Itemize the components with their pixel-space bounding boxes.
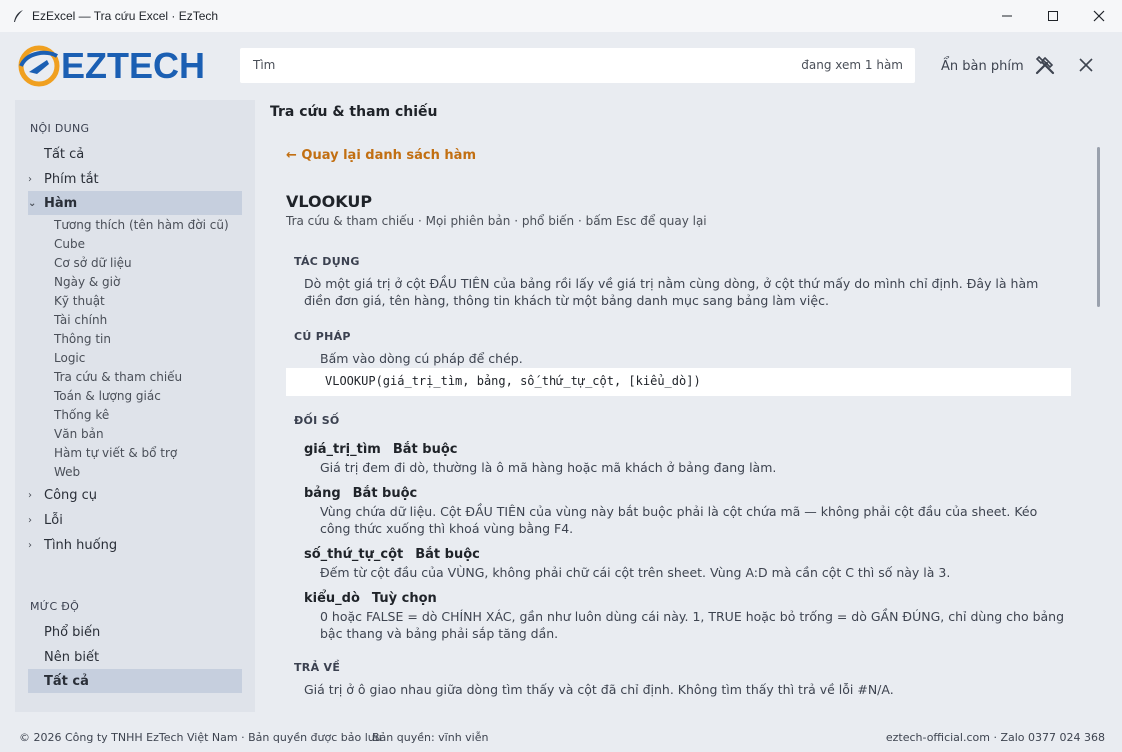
sidebar-subitem[interactable]: Toán & lượng giác [54, 389, 161, 403]
function-detail-panel: ← Quay lại danh sách hàm VLOOKUP Tra cứu… [270, 130, 1090, 712]
returns-text: Giá trị ở ô giao nhau giữa dòng tìm thấy… [304, 682, 894, 697]
sidebar-item-functions[interactable]: ⌄ Hàm [28, 191, 242, 215]
argument-description: 0 hoặc FALSE = dò CHÍNH XÁC, gần như luô… [320, 609, 1065, 641]
sidebar-item-tools[interactable]: › Công cụ [28, 483, 242, 507]
argument-required-badge: Bắt buộc [392, 442, 458, 457]
sidebar-item-label: Tất cả [44, 146, 85, 162]
returns-heading: TRẢ VỀ [294, 661, 341, 674]
chevron-right-icon: › [28, 539, 32, 551]
footer-copyright: © 2026 Công ty TNHH EzTech Việt Nam · Bả… [19, 731, 382, 744]
search-status: đang xem 1 hàm [801, 58, 903, 72]
function-name: VLOOKUP [286, 192, 373, 211]
level-item-label: Phổ biến [44, 624, 101, 640]
content-section-heading: NỘI DUNG [30, 122, 90, 135]
sidebar-subitem[interactable]: Cube [54, 237, 85, 251]
argument-name: số_thứ_tự_cột Bắt buộc [304, 547, 480, 562]
sidebar-subitem[interactable]: Cơ sở dữ liệu [54, 256, 132, 270]
sidebar-subitem[interactable]: Hàm tự viết & bổ trợ [54, 446, 177, 460]
close-icon [1093, 10, 1105, 22]
sidebar-subitem[interactable]: Văn bản [54, 427, 104, 441]
sidebar-item-label: Phím tắt [44, 171, 99, 187]
close-panel-icon[interactable] [1077, 56, 1095, 74]
chevron-down-icon: ⌄ [28, 197, 37, 209]
level-item-label: Tất cả [44, 673, 89, 689]
sidebar-subitem[interactable]: Ngày & giờ [54, 275, 120, 289]
footer-license: Bản quyền: vĩnh viễn [372, 731, 489, 744]
sidebar-item-errors[interactable]: › Lỗi [28, 508, 242, 532]
function-meta: Tra cứu & tham chiếu · Mọi phiên bản · p… [286, 214, 707, 228]
back-to-list-link[interactable]: ← Quay lại danh sách hàm [286, 148, 476, 163]
sidebar-item-label: Tình huống [44, 537, 118, 553]
chevron-right-icon: › [28, 514, 32, 526]
argument-name: giá_trị_tìm Bắt buộc [304, 442, 457, 457]
sidebar-subitem[interactable]: Thống kê [54, 408, 109, 422]
sidebar-subitem[interactable]: Tương thích (tên hàm đời cũ) [54, 218, 229, 232]
argument-name: bảng Bắt buộc [304, 486, 417, 501]
hide-keyboard-button[interactable]: Ẩn bàn phím [941, 59, 1024, 74]
logo-text: EZTECH [61, 45, 205, 86]
window-title: EzExcel — Tra cứu Excel · EzTech [32, 9, 219, 23]
arguments-heading: ĐỐI SỐ [294, 414, 340, 427]
sidebar: NỘI DUNG Tất cả › Phím tắt ⌄ Hàm Tương t… [15, 100, 255, 712]
tools-icon[interactable] [1034, 54, 1056, 76]
eztech-logo: EZTECH [17, 42, 205, 90]
footer-contact: eztech-official.com · Zalo 0377 024 368 [885, 731, 1105, 744]
syntax-copy-box[interactable]: VLOOKUP(giá_trị_tìm, bảng, số_thứ_tự_cột… [286, 368, 1071, 396]
maximize-button[interactable] [1030, 0, 1076, 32]
chevron-right-icon: › [28, 489, 32, 501]
argument-name-text: giá_trị_tìm [304, 442, 381, 457]
argument-name-text: số_thứ_tự_cột [304, 547, 404, 562]
sidebar-subitem[interactable]: Tài chính [54, 313, 107, 327]
argument-optional-badge: Tuỳ chọn [371, 591, 437, 606]
window-titlebar: EzExcel — Tra cứu Excel · EzTech [0, 0, 1122, 32]
search-placeholder: Tìm [253, 58, 276, 72]
sidebar-item-all[interactable]: Tất cả [28, 142, 242, 166]
sidebar-item-label: Lỗi [44, 512, 63, 528]
search-input[interactable]: Tìm đang xem 1 hàm [240, 48, 915, 83]
level-item-popular[interactable]: Phổ biến [28, 620, 242, 644]
argument-required-badge: Bắt buộc [415, 547, 480, 562]
app-footer: © 2026 Công ty TNHH EzTech Việt Nam · Bả… [0, 722, 1122, 752]
syntax-heading: CÚ PHÁP [294, 330, 351, 343]
argument-name-text: bảng [304, 486, 341, 501]
argument-name: kiểu_dò Tuỳ chọn [304, 591, 437, 606]
syntax-hint: Bấm vào dòng cú pháp để chép. [320, 351, 523, 366]
chevron-right-icon: › [28, 173, 32, 185]
sidebar-item-label: Công cụ [44, 487, 98, 503]
syntax-code: VLOOKUP(giá_trị_tìm, bảng, số_thứ_tự_cột… [325, 374, 701, 388]
sidebar-subitem[interactable]: Kỹ thuật [54, 294, 105, 308]
argument-description: Giá trị đem đi dò, thường là ô mã hàng h… [320, 460, 777, 475]
sidebar-subitem[interactable]: Web [54, 465, 80, 479]
argument-description: Vùng chứa dữ liệu. Cột ĐẦU TIÊN của vùng… [320, 504, 1038, 536]
level-item-should-know[interactable]: Nên biết [28, 645, 242, 669]
maximize-icon [1048, 11, 1058, 21]
logo-mark-icon [18, 45, 60, 87]
sidebar-item-scenarios[interactable]: › Tình huống [28, 533, 242, 557]
argument-description: Đếm từ cột đầu của VÙNG, không phải chữ … [320, 565, 951, 580]
sidebar-subitem[interactable]: Logic [54, 351, 85, 365]
sidebar-subitem[interactable]: Thông tin [54, 332, 111, 346]
sidebar-subitem[interactable]: Tra cứu & tham chiếu [54, 370, 182, 384]
feather-icon [14, 10, 23, 22]
sidebar-item-shortcuts[interactable]: › Phím tắt [28, 167, 242, 191]
category-title: Tra cứu & tham chiếu [270, 104, 438, 120]
level-item-all[interactable]: Tất cả [28, 669, 242, 693]
content-scrollbar[interactable] [1097, 147, 1100, 307]
argument-required-badge: Bắt buộc [352, 486, 418, 501]
app-header: EZTECH Tìm đang xem 1 hàm Ẩn bàn phím [0, 32, 1122, 100]
purpose-text: Dò một giá trị ở cột ĐẦU TIÊN của bảng r… [304, 276, 1039, 308]
sidebar-item-label: Hàm [44, 195, 78, 211]
argument-name-text: kiểu_dò [304, 591, 360, 606]
minimize-button[interactable] [984, 0, 1030, 32]
minimize-icon [1002, 15, 1012, 17]
level-section-heading: MỨC ĐỘ [30, 600, 80, 613]
close-window-button[interactable] [1076, 0, 1122, 32]
purpose-heading: TÁC DỤNG [294, 255, 360, 268]
level-item-label: Nên biết [44, 649, 100, 665]
